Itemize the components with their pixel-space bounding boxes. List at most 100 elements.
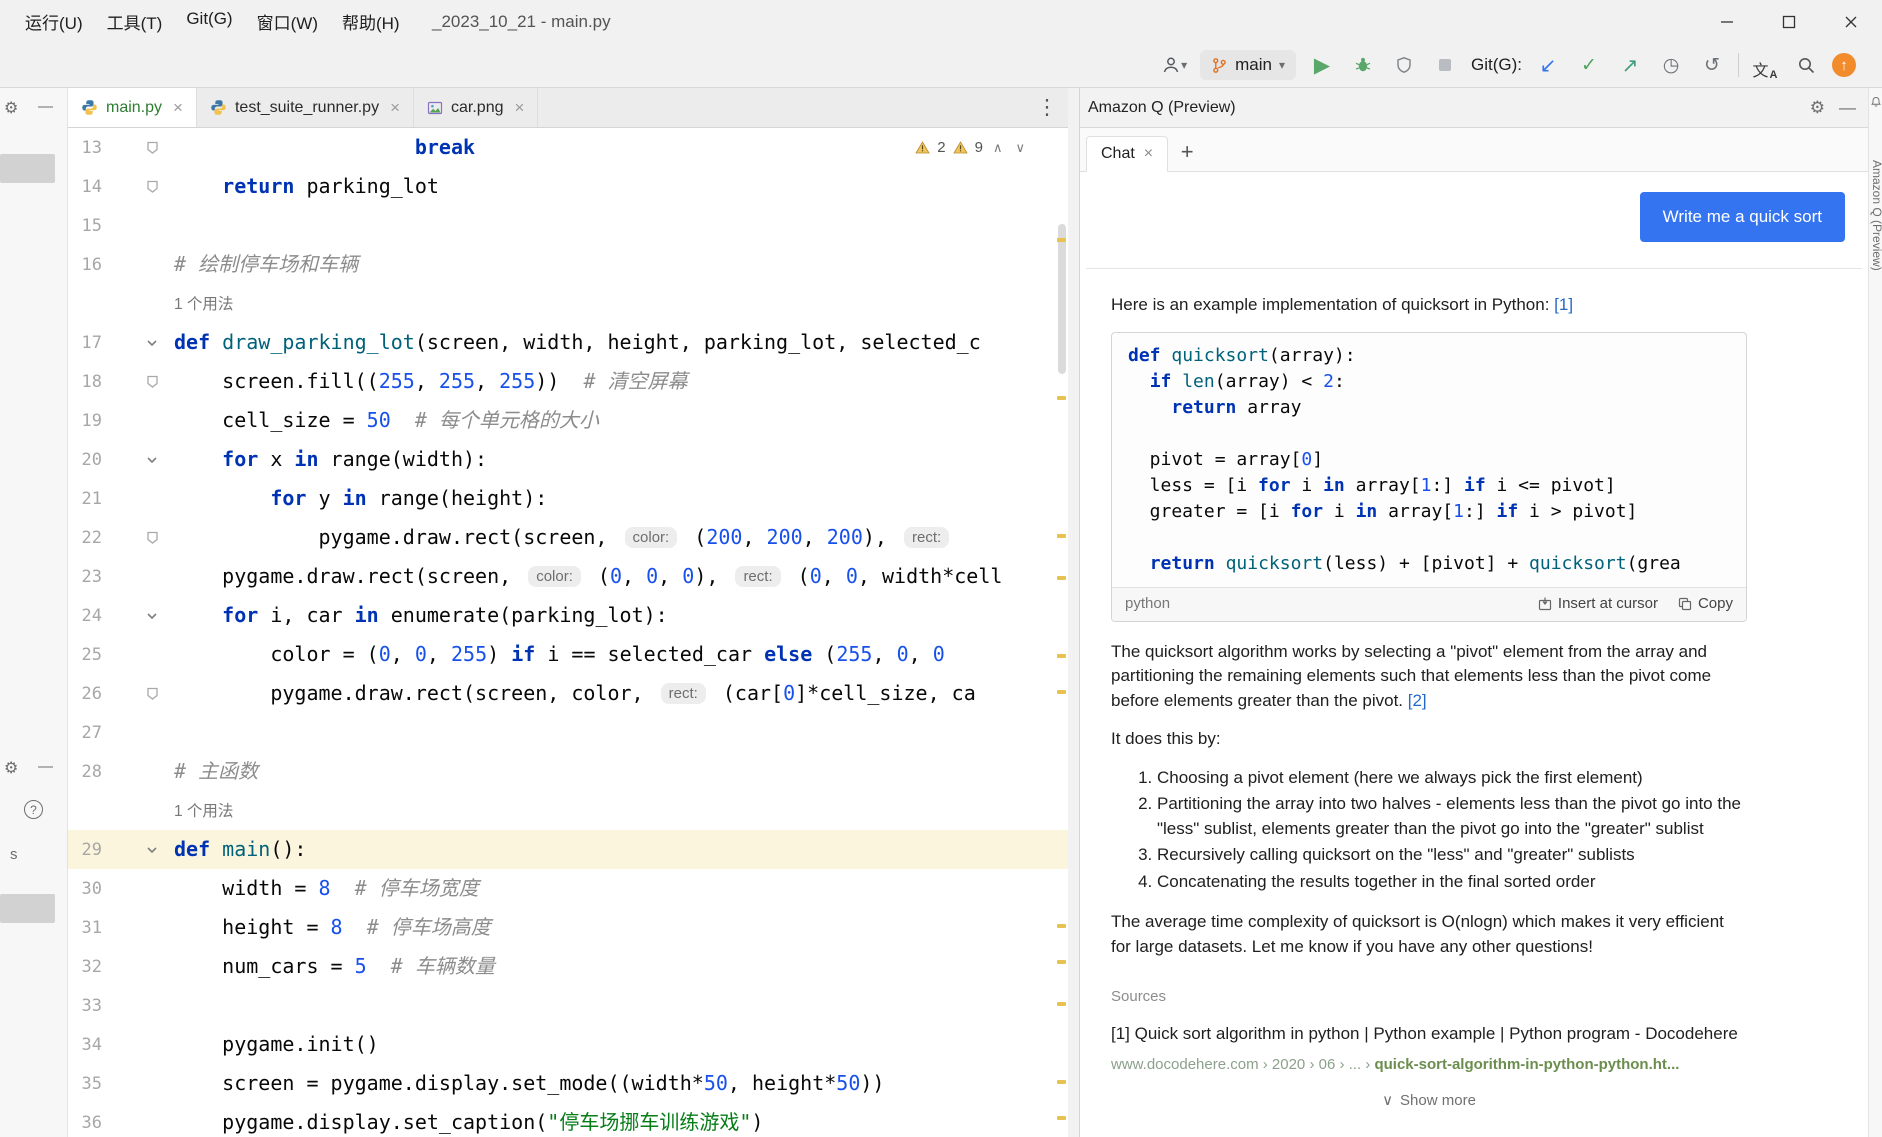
menu-run[interactable]: 运行(U) — [14, 4, 94, 39]
gear-icon[interactable]: ⚙ — [4, 758, 18, 778]
code-line[interactable]: 22 pygame.draw.rect(screen, color: (200,… — [68, 518, 1068, 557]
parameter-hint-inlay[interactable]: color: — [625, 527, 678, 548]
warning-stripe-mark — [1057, 576, 1066, 580]
code-line[interactable]: 28# 主函数 — [68, 752, 1068, 791]
more-tabs-icon[interactable]: ⋮ — [1026, 88, 1068, 127]
close-tab-icon[interactable]: × — [173, 98, 183, 118]
maximize-button[interactable] — [1758, 0, 1820, 43]
inspections-widget[interactable]: 2 9 ∧ ∨ — [909, 136, 1034, 159]
fold-icon[interactable] — [130, 610, 174, 622]
user-profile-icon[interactable]: ▾ — [1159, 49, 1189, 81]
menu-git[interactable]: Git(G) — [175, 4, 243, 39]
hide-tool-window-icon[interactable]: — — [38, 758, 53, 775]
git-history-icon[interactable]: ◷ — [1656, 49, 1686, 81]
line-number: 32 — [76, 957, 102, 977]
run-button[interactable]: ▶ — [1307, 49, 1337, 81]
code-line[interactable]: 16# 绘制停车场和车辆 — [68, 245, 1068, 284]
parameter-hint-inlay[interactable]: rect: — [904, 527, 949, 548]
translate-icon[interactable]: 文A — [1750, 49, 1780, 81]
menu-window[interactable]: 窗口(W) — [246, 4, 329, 39]
warning-stripe-mark — [1057, 1002, 1066, 1006]
fold-icon[interactable] — [130, 844, 174, 856]
citation-link-1[interactable]: [1] — [1554, 295, 1573, 314]
tool-window-button[interactable] — [0, 894, 55, 923]
code-line[interactable]: 15 — [68, 206, 1068, 245]
gutter: 14 — [68, 167, 174, 206]
parameter-hint-inlay[interactable]: rect: — [661, 683, 706, 704]
show-more-button[interactable]: ∨Show more — [1111, 1089, 1747, 1114]
update-available-icon[interactable]: ↑ — [1832, 53, 1856, 77]
help-icon[interactable]: ? — [24, 800, 43, 819]
code-line[interactable]: 27 — [68, 713, 1068, 752]
code-line[interactable]: 24 for i, car in enumerate(parking_lot): — [68, 596, 1068, 635]
copy-button[interactable]: Copy — [1678, 592, 1733, 617]
code-line[interactable]: 30 width = 8 # 停车场宽度 — [68, 869, 1068, 908]
settings-gear-icon[interactable]: ⚙ — [1810, 98, 1825, 118]
code-line[interactable]: 25 color = (0, 0, 255) if i == selected_… — [68, 635, 1068, 674]
close-button[interactable] — [1820, 0, 1882, 43]
hide-panel-icon[interactable]: — — [1839, 98, 1856, 118]
git-commit-icon[interactable]: ✓ — [1574, 49, 1604, 81]
steps-list: Choosing a pivot element (here we always… — [1111, 766, 1747, 895]
code-line[interactable]: 14 return parking_lot — [68, 167, 1068, 206]
code-line[interactable]: 33 — [68, 986, 1068, 1025]
new-chat-tab-icon[interactable]: + — [1168, 139, 1206, 171]
close-tab-icon[interactable]: × — [390, 98, 400, 118]
code-line[interactable]: 17def draw_parking_lot(screen, width, he… — [68, 323, 1068, 362]
code-line[interactable]: 34 pygame.init() — [68, 1025, 1068, 1064]
search-everywhere-icon[interactable] — [1791, 49, 1821, 81]
code-line[interactable]: 18 screen.fill((255, 255, 255)) # 清空屏幕 — [68, 362, 1068, 401]
code-line[interactable]: 19 cell_size = 50 # 每个单元格的大小 — [68, 401, 1068, 440]
code-line[interactable]: 36 pygame.display.set_caption("停车场挪车训练游戏… — [68, 1103, 1068, 1137]
git-push-icon[interactable]: ↗ — [1615, 49, 1645, 81]
prev-issue-icon[interactable]: ∧ — [990, 140, 1006, 156]
tab-test-suite-runner-py[interactable]: test_suite_runner.py × — [197, 88, 414, 127]
tab-main-py[interactable]: main.py × — [68, 88, 197, 127]
git-branch-widget[interactable]: main ▾ — [1200, 50, 1296, 80]
fold-icon[interactable] — [130, 454, 174, 466]
tab-chat[interactable]: Chat × — [1086, 136, 1168, 172]
usages-inlay-row[interactable]: 1 个用法 — [68, 791, 1068, 830]
menu-help[interactable]: 帮助(H) — [331, 4, 411, 39]
editor-panel-splitter[interactable] — [1068, 88, 1080, 1137]
citation-link-2[interactable]: [2] — [1408, 691, 1427, 710]
usages-inlay-row[interactable]: 1 个用法 — [68, 284, 1068, 323]
close-tab-icon[interactable]: × — [514, 98, 524, 118]
debug-button[interactable] — [1348, 49, 1378, 81]
code-line[interactable]: 23 pygame.draw.rect(screen, color: (0, 0… — [68, 557, 1068, 596]
code-editor[interactable]: 13 break14 return parking_lot1516# 绘制停车场… — [68, 128, 1068, 1137]
code-line[interactable]: 21 for y in range(height): — [68, 479, 1068, 518]
hide-tool-window-icon[interactable]: — — [38, 98, 53, 115]
error-stripe[interactable] — [1054, 128, 1068, 1137]
stop-button[interactable] — [1430, 49, 1460, 81]
minimize-button[interactable] — [1696, 0, 1758, 43]
coverage-button[interactable] — [1389, 49, 1419, 81]
code-line[interactable]: 31 height = 8 # 停车场高度 — [68, 908, 1068, 947]
fold-icon[interactable] — [130, 337, 174, 349]
insert-at-cursor-button[interactable]: Insert at cursor — [1538, 592, 1658, 617]
source-link[interactable]: [1] Quick sort algorithm in python | Pyt… — [1111, 1022, 1747, 1045]
menu-tools[interactable]: 工具(T) — [96, 4, 174, 39]
amazon-q-stripe-button[interactable]: Amazon Q (Preview) — [1870, 160, 1882, 271]
git-update-icon[interactable]: ↙ — [1533, 49, 1563, 81]
tool-window-button[interactable] — [0, 154, 55, 183]
scrollbar-thumb[interactable] — [1058, 224, 1066, 374]
code-line[interactable]: 29def main(): — [68, 830, 1068, 869]
editor-tab-bar: main.py × test_suite_runner.py × car.png… — [68, 88, 1068, 128]
tab-car-png[interactable]: car.png × — [414, 88, 538, 127]
usages-hint[interactable]: 1 个用法 — [174, 803, 233, 820]
next-issue-icon[interactable]: ∨ — [1012, 140, 1028, 156]
usages-hint[interactable]: 1 个用法 — [174, 296, 233, 313]
tab-label: car.png — [451, 99, 503, 117]
code-line[interactable]: 26 pygame.draw.rect(screen, color, rect:… — [68, 674, 1068, 713]
code-line[interactable]: 20 for x in range(width): — [68, 440, 1068, 479]
gear-icon[interactable]: ⚙ — [4, 98, 18, 118]
code-line[interactable]: 35 screen = pygame.display.set_mode((wid… — [68, 1064, 1068, 1103]
parameter-hint-inlay[interactable]: color: — [528, 566, 581, 587]
code-line[interactable]: 32 num_cars = 5 # 车辆数量 — [68, 947, 1068, 986]
parameter-hint-inlay[interactable]: rect: — [735, 566, 780, 587]
close-chat-tab-icon[interactable]: × — [1144, 145, 1153, 163]
notifications-icon[interactable] — [1870, 96, 1882, 108]
user-message-button[interactable]: Write me a quick sort — [1640, 192, 1845, 242]
git-rollback-icon[interactable]: ↺ — [1697, 49, 1727, 81]
